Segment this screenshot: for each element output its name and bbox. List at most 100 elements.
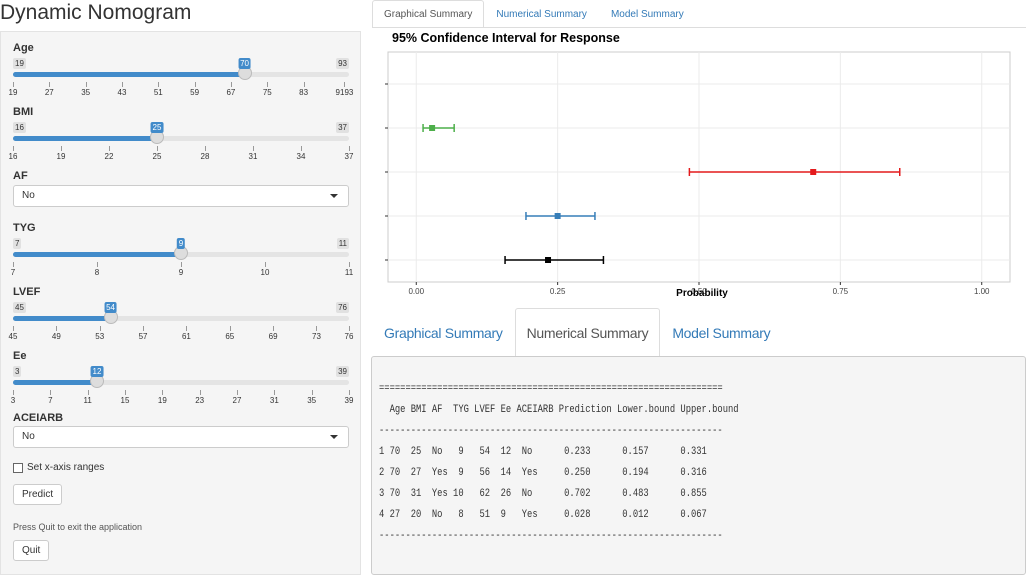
slider-tick — [265, 262, 266, 267]
tab-numerical-summary-2[interactable]: Numerical Summary — [514, 308, 661, 356]
xaxis-range-checkbox-row[interactable]: Set x-axis ranges — [13, 462, 104, 473]
aceiarb-label: ACEIARB — [13, 412, 64, 424]
slider-value: 25 — [150, 122, 164, 133]
slider-tick-label: 83 — [299, 88, 309, 97]
slider-tick — [316, 326, 318, 331]
slider-tick — [344, 82, 346, 87]
bottom-tabs: Graphical Summary Numerical Summary Mode… — [372, 308, 782, 356]
quit-button[interactable]: Quit — [13, 540, 50, 561]
slider-tick-label: 11 — [344, 268, 354, 277]
slider-tick-label: 75 — [262, 88, 272, 97]
aceiarb-select[interactable]: No — [13, 426, 349, 448]
slider-tick-label: 31 — [248, 152, 258, 161]
slider-tick-label: 19 — [56, 152, 66, 161]
slider-tick — [158, 82, 160, 87]
slider-age[interactable]: 19 93 70 19 27 35 43 51 59 67 75 83 9193 — [9, 58, 353, 108]
slider-tick-label: 27 — [44, 88, 54, 97]
slider-lvef[interactable]: 45 76 54 45 49 53 57 61 65 69 73 76 — [9, 302, 353, 352]
slider-tick-label: 28 — [200, 152, 210, 161]
slider-tick — [13, 82, 14, 87]
slider-max: 37 — [336, 122, 349, 133]
slider-track[interactable]: 54 — [13, 302, 349, 324]
slider-tick — [194, 82, 196, 87]
quit-note: Press Quit to exit the application — [13, 522, 143, 532]
slider-tick — [349, 146, 350, 151]
slider-tick-label: 76 — [344, 332, 354, 341]
slider-tick — [274, 390, 276, 395]
numerical-output: ========================================… — [371, 356, 1026, 575]
slider-tick-label: 49 — [51, 332, 61, 341]
slider-tick — [56, 326, 58, 331]
slider-tick-label: 65 — [225, 332, 235, 341]
slider-tick-label: 43 — [117, 88, 127, 97]
af-select[interactable]: No — [13, 185, 349, 207]
slider-tick — [273, 326, 275, 331]
tab-numerical-summary[interactable]: Numerical Summary — [484, 0, 599, 27]
slider-max: 11 — [336, 238, 349, 249]
slider-tick — [267, 82, 269, 87]
slider-tick-label: 7 — [48, 396, 53, 405]
slider-track[interactable]: 12 — [13, 366, 349, 388]
ci-point-3 — [554, 213, 561, 219]
tab-graphical-summary-2[interactable]: Graphical Summary — [372, 308, 515, 356]
tab-model-summary-2[interactable]: Model Summary — [660, 308, 782, 356]
slider-value: 9 — [176, 238, 186, 249]
slider-tick-label: 53 — [95, 332, 105, 341]
slider-tick-label: 19 — [157, 396, 167, 405]
slider-tick-label: 22 — [104, 152, 114, 161]
slider-tick — [13, 262, 14, 267]
slider-tick — [143, 326, 145, 331]
slider-fill — [13, 136, 157, 141]
tab-model-summary[interactable]: Model Summary — [599, 0, 696, 27]
slider-tick — [229, 326, 231, 331]
xaxis-range-checkbox[interactable] — [13, 462, 23, 473]
slider-track[interactable]: 70 — [13, 58, 349, 80]
slider-max: 39 — [336, 366, 349, 377]
slider-tick — [109, 146, 110, 151]
tab-graphical-summary[interactable]: Graphical Summary — [372, 0, 485, 27]
slider-tick — [85, 82, 87, 87]
slider-label-tyg: TYG — [13, 222, 36, 234]
slider-tick — [13, 146, 14, 151]
chevron-down-icon — [330, 435, 338, 439]
x-axis-label: Probability — [676, 288, 728, 299]
slider-fill — [13, 72, 245, 77]
x-tick-label: 0.75 — [833, 287, 849, 296]
slider-tick-label: 31 — [269, 396, 279, 405]
slider-min: 45 — [13, 302, 26, 313]
slider-tick-label: 35 — [81, 88, 91, 97]
slider-min: 7 — [13, 238, 22, 249]
ci-point-4 — [545, 257, 552, 263]
ci-point-1 — [429, 125, 436, 131]
slider-label-bmi: BMI — [13, 106, 34, 118]
slider-tick-label: 34 — [296, 152, 306, 161]
slider-tick — [301, 146, 302, 151]
slider-tick — [13, 390, 14, 395]
slider-tick-label: 61 — [181, 332, 191, 341]
slider-tick-label: 59 — [190, 88, 200, 97]
slider-ee[interactable]: 3 39 12 3 7 11 15 19 23 27 31 35 39 — [11, 366, 353, 416]
slider-tick — [13, 326, 14, 331]
slider-max: 93 — [336, 58, 349, 69]
slider-tick-label: 15 — [120, 396, 130, 405]
ci-point-2 — [810, 169, 817, 175]
af-value: No — [22, 190, 35, 201]
slider-tick-label: 39 — [344, 396, 354, 405]
slider-track[interactable]: 25 — [13, 122, 349, 144]
slider-tick — [181, 262, 182, 267]
predict-button[interactable]: Predict — [13, 484, 63, 505]
slider-track[interactable]: 9 — [13, 238, 349, 260]
chevron-down-icon — [330, 194, 338, 198]
slider-tick — [49, 82, 51, 87]
slider-tick-label: 8 — [94, 268, 100, 277]
slider-max: 76 — [336, 302, 349, 313]
slider-bmi[interactable]: 16 37 25 16 19 22 25 28 31 34 37 — [9, 122, 353, 172]
x-tick-label: 1.00 — [974, 287, 990, 296]
slider-label-lvef: LVEF — [13, 286, 41, 298]
xaxis-range-label: Set x-axis ranges — [27, 462, 105, 473]
slider-tick — [253, 146, 254, 151]
slider-tyg[interactable]: 7 11 9 7 8 9 10 11 — [11, 238, 353, 288]
slider-tick-label: 16 — [8, 152, 18, 161]
slider-tick-label: 69 — [268, 332, 278, 341]
slider-tick-label: 27 — [232, 396, 242, 405]
